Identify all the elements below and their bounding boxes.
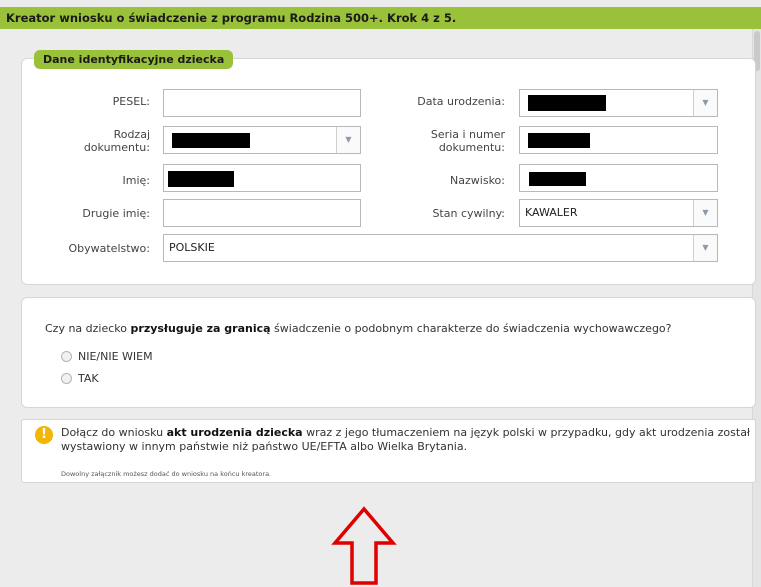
- citizenship-select[interactable]: POLSKIE ▼: [163, 234, 718, 262]
- arrow-shape: [331, 506, 397, 585]
- attachment-note: Dowolny załącznik możesz dodać do wniosk…: [61, 470, 272, 478]
- pesel-input[interactable]: [163, 89, 361, 117]
- chevron-down-icon: ▼: [702, 98, 709, 107]
- chevron-down-icon: ▼: [702, 208, 709, 217]
- radio-circle[interactable]: [61, 351, 72, 362]
- last-name-input[interactable]: [519, 164, 718, 192]
- redaction-box: [172, 133, 250, 148]
- redaction-box: [528, 95, 606, 111]
- redaction-box: [168, 171, 234, 187]
- question-text-bold: przysługuje za granicą: [130, 322, 271, 335]
- info-icon: !: [35, 426, 53, 444]
- radio-option-nie[interactable]: NIE/NIE WIEM: [61, 350, 153, 363]
- second-name-input[interactable]: [163, 199, 361, 227]
- radio-circle[interactable]: [61, 373, 72, 384]
- doc-type-label: Rodzaj dokumentu:: [60, 128, 150, 154]
- doc-type-label-line1: Rodzaj: [113, 128, 150, 141]
- marital-status-select[interactable]: KAWALER ▼: [519, 199, 718, 227]
- doc-number-label: Seria i numer dokumentu:: [400, 128, 505, 154]
- info-text: Dołącz do wniosku akt urodzenia dziecka …: [61, 426, 751, 454]
- doc-type-select[interactable]: ▼: [163, 126, 361, 154]
- birth-date-select[interactable]: ▼: [519, 89, 718, 117]
- info-text-bold: akt urodzenia dziecka: [166, 426, 303, 439]
- citizenship-label: Obywatelstwo:: [68, 242, 150, 255]
- radio-label-tak: TAK: [78, 372, 99, 385]
- birth-date-dropdown-button[interactable]: ▼: [693, 90, 717, 116]
- chevron-down-icon: ▼: [702, 243, 709, 252]
- last-name-label: Nazwisko:: [450, 174, 505, 187]
- doc-type-dropdown-button[interactable]: ▼: [336, 127, 360, 153]
- redaction-box: [529, 172, 586, 186]
- wizard-title: Kreator wniosku o świadczenie z programu…: [6, 11, 457, 25]
- info-text-before: Dołącz do wniosku: [61, 426, 167, 439]
- wizard-header: Kreator wniosku o świadczenie z programu…: [0, 7, 761, 29]
- chevron-down-icon: ▼: [345, 135, 352, 144]
- marital-status-label: Stan cywilny:: [432, 207, 505, 220]
- up-arrow-icon: [331, 506, 397, 585]
- redaction-box: [528, 133, 590, 148]
- section-title: Dane identyfikacyjne dziecka: [34, 50, 234, 69]
- second-name-label: Drugie imię:: [82, 207, 150, 220]
- radio-label-nie: NIE/NIE WIEM: [78, 350, 153, 363]
- first-name-label: Imię:: [122, 174, 151, 187]
- marital-status-dropdown-button[interactable]: ▼: [693, 200, 717, 226]
- pesel-label: PESEL:: [112, 95, 150, 108]
- radio-option-tak[interactable]: TAK: [61, 372, 99, 385]
- doc-number-label-line2: dokumentu:: [438, 141, 505, 154]
- question-text-before: Czy na dziecko: [45, 322, 131, 335]
- doc-type-label-line2: dokumentu:: [83, 141, 150, 154]
- abroad-benefit-question: Czy na dziecko przysługuje za granicą św…: [45, 322, 672, 335]
- birth-date-label: Data urodzenia:: [417, 95, 505, 108]
- doc-number-input[interactable]: [519, 126, 718, 154]
- first-name-input[interactable]: [163, 164, 361, 192]
- doc-number-label-line1: Seria i numer: [430, 128, 505, 141]
- marital-status-value: KAWALER: [525, 206, 578, 219]
- question-text-after: świadczenie o podobnym charakterze do św…: [270, 322, 672, 335]
- citizenship-value: POLSKIE: [169, 241, 215, 254]
- citizenship-dropdown-button[interactable]: ▼: [693, 235, 717, 261]
